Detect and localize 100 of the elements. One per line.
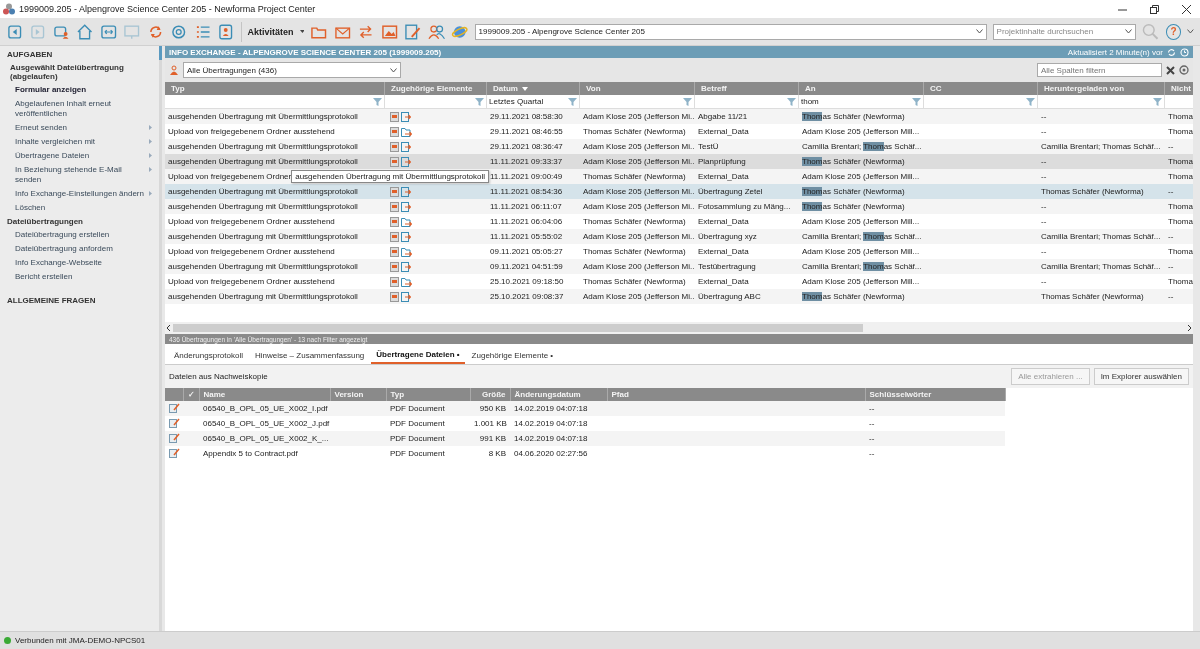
- table-row[interactable]: ausgehenden Übertragung mit Übermittlungsprotokoll 29.11.2021 08:36:47 Adam Klose 205 (Jefferson Mi... TestÜ Camilla Brentari; Thomas Schäf... Camilla Brentari; Thomas Schäf... --: [165, 139, 1193, 154]
- horizontal-scrollbar[interactable]: [165, 322, 1193, 334]
- filter-icon[interactable]: [568, 97, 577, 106]
- task-link[interactable]: Inhalte vergleichen mit: [7, 137, 159, 147]
- dropdown-arrow-icon[interactable]: [299, 30, 305, 33]
- table-row[interactable]: Upload von freigegebenem Ordner ausstehend 09.11.2021 05:05:27 Thomas Schäfer (Newforma) External_Data Adam Klose 205 (Jefferson Mill... -- Thoma: [165, 244, 1193, 259]
- filter-field[interactable]: Alle Spalten filtern: [1037, 63, 1162, 77]
- table-row[interactable]: Upload von freigegebenem Ordner ausstehend 11.11.2021 06:04:06 Thomas Schäfer (Newforma) External_Data Adam Klose 205 (Jefferson Mill... -- Thoma: [165, 214, 1193, 229]
- table-cell-text: TestÜ: [697, 142, 720, 151]
- table-row[interactable]: ausgehenden Übertragung mit Übermittlungsprotokoll 09.11.2021 04:51:59 Adam Klose 200 (Jefferson Mi... Testübertragung Camilla Brentari; Thomas Schäf... Camilla Brentari; Thomas Schäf... --: [165, 259, 1193, 274]
- export-icon[interactable]: [401, 291, 411, 302]
- edit-document-icon[interactable]: [169, 417, 180, 428]
- task-link[interactable]: Dateiübertragung anfordem: [7, 244, 159, 254]
- task-link[interactable]: Info Exchange-Webseite: [7, 258, 159, 268]
- edit-document-icon[interactable]: [169, 432, 180, 443]
- task-link[interactable]: Bericht erstellen: [7, 272, 159, 282]
- table-cell-text: --: [1167, 292, 1175, 301]
- column-filter-value[interactable]: Letztes Quartal: [489, 97, 544, 106]
- person-icon[interactable]: [169, 65, 179, 75]
- document-icon[interactable]: [390, 291, 399, 302]
- scroll-left-icon[interactable]: [165, 324, 173, 332]
- refresh-icon[interactable]: [1167, 47, 1176, 57]
- table-cell-text: Camilla Brentari; Thomas Schäf...: [801, 142, 923, 151]
- view-select[interactable]: Alle Übertragungen (436): [183, 62, 401, 78]
- project-select[interactable]: 1999009.205 - Alpengrove Science Center 205: [474, 23, 987, 40]
- settings-icon[interactable]: [170, 22, 188, 41]
- table-cell: Upload von freigegebenem Ordner ausstehend: [168, 217, 335, 226]
- action-button[interactable]: Im Explorer auswählen: [1093, 368, 1189, 385]
- document-icon[interactable]: [390, 261, 399, 272]
- task-link[interactable]: Abgelaufenen Inhalt erneut veröffentlichen: [7, 99, 159, 119]
- table-row[interactable]: ausgehenden Übertragung mit Übermittlungsprotokoll 11.11.2021 06:11:07 Adam Klose 205 (Jefferson Mi... Fotosammlung zu Mäng... Thomas Schäfer (Newforma) -- Thoma: [165, 199, 1193, 214]
- restore-icon[interactable]: [1149, 4, 1159, 14]
- document-icon[interactable]: [390, 231, 399, 242]
- task-link[interactable]: Löschen: [7, 203, 159, 213]
- export-icon[interactable]: [401, 156, 411, 167]
- table-row[interactable]: ausgehenden Übertragung mit Übermittlungsprotokoll 11.11.2021 08:54:36 Adam Klose 205 (Jefferson Mi... Übertragung Zetel Thomas Schäfer (Newforma) Thomas Schäfer (Newforma) --: [165, 184, 1193, 199]
- table-row[interactable]: ausgehenden Übertragung mit Übermittlungsprotokoll 29.11.2021 08:58:30 Adam Klose 205 (Jefferson Mi... Abgabe 11/21 Thomas Schäfer (Newforma) -- Thoma: [165, 109, 1193, 124]
- document-icon[interactable]: [390, 246, 399, 257]
- task-link[interactable]: Erneut senden: [7, 123, 159, 133]
- document-icon[interactable]: [390, 276, 399, 287]
- table-cell: ausgehenden Übertragung mit Übermittlungsprotokoll: [168, 292, 358, 301]
- image-icon[interactable]: [380, 22, 399, 41]
- table-cell-text: --: [1040, 247, 1048, 256]
- export-icon[interactable]: [401, 111, 411, 122]
- edit-document-icon[interactable]: [169, 402, 180, 413]
- table-row[interactable]: ausgehenden Übertragung mit Übermittlungsprotokoll 11.11.2021 05:55:02 Adam Klose 205 (Jefferson Mi... Übertragung xyz Camilla Brentari; Thomas Schäf... Camilla Brentari; Thomas Schäf... --: [165, 229, 1193, 244]
- history-icon[interactable]: [1180, 47, 1189, 57]
- document-icon[interactable]: [390, 126, 399, 137]
- document-icon[interactable]: [390, 111, 399, 122]
- filter-icon[interactable]: [683, 97, 692, 106]
- task-link[interactable]: Dateiübertragung erstellen: [7, 230, 159, 240]
- task-link[interactable]: In Beziehung stehende E-Mail senden: [7, 165, 159, 185]
- export-icon[interactable]: [401, 261, 411, 272]
- folder-arrow-icon[interactable]: [401, 216, 412, 227]
- scrollbar-thumb[interactable]: [159, 46, 162, 60]
- export-icon[interactable]: [401, 201, 411, 212]
- column-filter-value[interactable]: thom: [801, 97, 819, 106]
- document-icon[interactable]: [390, 216, 399, 227]
- close-icon[interactable]: [1181, 4, 1191, 14]
- table-cell-text: Thoma: [1167, 217, 1193, 226]
- export-icon[interactable]: [401, 231, 411, 242]
- folder-arrow-icon[interactable]: [401, 246, 412, 257]
- folder-arrow-icon[interactable]: [401, 276, 412, 287]
- home-icon[interactable]: [76, 22, 94, 41]
- filter-icon[interactable]: [1153, 97, 1162, 106]
- table-row[interactable]: ausgehenden Übertragung mit Übermittlungsprotokoll 11.11.2021 09:33:37 Adam Klose 205 (Jefferson Mi... Planprüpfung Thomas Schäfer (Newforma) -- Thoma: [165, 154, 1193, 169]
- table-row[interactable]: ausgehenden Übertragung mit Übermittlungsprotokoll 25.10.2021 09:08:37 Adam Klose 205 (Jefferson Mi... Übertragung ABC Thomas Schäfer (Newforma) Thomas Schäfer (Newforma) --: [165, 289, 1193, 304]
- tab[interactable]: Änderungsprotokoll: [169, 349, 248, 364]
- export-icon[interactable]: [401, 186, 411, 197]
- scrollbar-thumb[interactable]: [173, 324, 863, 332]
- activities-menu[interactable]: Aktivitäten: [247, 26, 294, 37]
- document-icon[interactable]: [390, 201, 399, 212]
- table-row[interactable]: Upload von freigegebenem Ordner ausstehend 25.10.2021 09:18:50 Thomas Schäfer (Newforma) External_Data Adam Klose 205 (Jefferson Mill... -- Thoma: [165, 274, 1193, 289]
- table-row[interactable]: Upload von freigegebenem Ordner ausstehend 29.11.2021 08:46:55 Thomas Schäfer (Newforma) External_Data Adam Klose 205 (Jefferson Mill... -- Thoma: [165, 124, 1193, 139]
- edit-document-icon[interactable]: [169, 447, 180, 458]
- clear-icon[interactable]: [1166, 65, 1175, 75]
- settings-icon[interactable]: [1179, 65, 1189, 75]
- tab[interactable]: Hinweise – Zusammenfassung: [249, 349, 370, 364]
- table-cell-text: Übertragung xyz: [697, 232, 758, 241]
- task-link[interactable]: Formular anzeigen: [7, 85, 159, 95]
- table-cell: --: [865, 416, 1005, 431]
- export-icon[interactable]: [401, 141, 411, 152]
- filter-icon[interactable]: [912, 97, 921, 106]
- scroll-right-icon[interactable]: [1185, 324, 1193, 332]
- table-row[interactable]: Upload von freigegebenem Ordner ausgehenden Übertragung mit Übermittlungsprotokoll 11.11.2021 09:00:49 Thomas Schäfer (Newforma) External_Data Adam Klose 205 (Jefferson Mill... -- Thoma: [165, 169, 1193, 184]
- form-edit-icon[interactable]: [404, 22, 422, 41]
- task-link[interactable]: Übertragene Dateien: [7, 151, 159, 161]
- table-cell-text: Adam Klose 205 (Jefferson Mill...: [801, 277, 921, 286]
- filter-icon[interactable]: [475, 97, 484, 106]
- document-icon[interactable]: [390, 186, 399, 197]
- address-book-icon[interactable]: [217, 22, 235, 41]
- document-icon[interactable]: [390, 141, 399, 152]
- filter-icon[interactable]: [373, 97, 382, 106]
- filter-icon[interactable]: [787, 97, 796, 106]
- search-field[interactable]: Projektinhalte durchsuchen: [992, 23, 1137, 40]
- folder-arrow-icon[interactable]: [401, 126, 412, 137]
- task-link[interactable]: Info Exchange-Einstellungen ändern: [7, 189, 159, 199]
- filter-icon[interactable]: [1026, 97, 1035, 106]
- document-icon[interactable]: [390, 156, 399, 167]
- tab[interactable]: Zugehörige Elemente •: [466, 349, 559, 364]
